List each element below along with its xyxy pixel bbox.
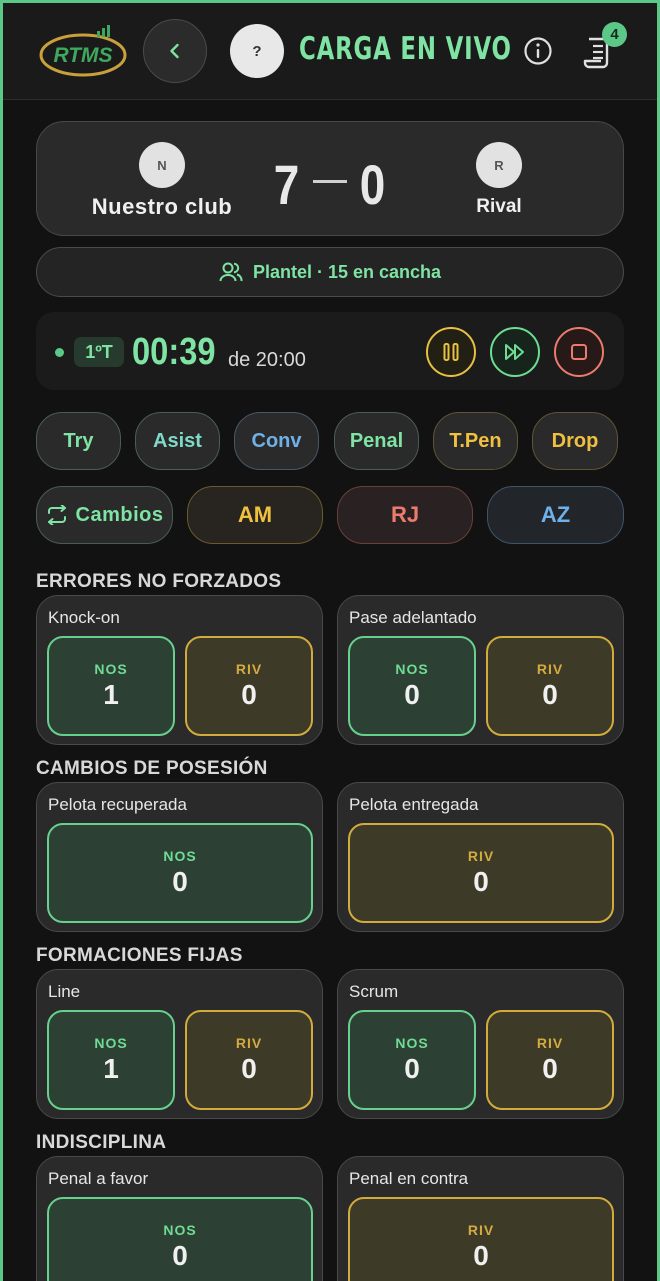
stop-icon <box>571 344 587 360</box>
match-timer: 1ºT 00:39 de 20:00 <box>36 312 624 390</box>
riv-value: 0 <box>473 866 489 897</box>
nos-tag: NOS <box>163 1222 197 1238</box>
page-title: CARGA EN VIVO <box>299 31 512 67</box>
fast-forward-button[interactable] <box>490 327 540 377</box>
riv-counter[interactable]: RIV 0 <box>348 1197 614 1281</box>
conversion-button[interactable]: Conv <box>234 412 319 470</box>
plantel-label: Plantel · 15 en cancha <box>252 261 442 282</box>
red-card-button[interactable]: RJ <box>337 486 473 544</box>
stat-card-ball-conceded: Pelota entregada RIV 0 <box>337 782 624 932</box>
stat-label: Penal a favor <box>48 1169 149 1188</box>
stat-card-penalty-against: Penal en contra RIV 0 <box>337 1156 624 1281</box>
assist-button[interactable]: Asist <box>135 412 220 470</box>
nos-value: 1 <box>103 679 119 710</box>
stop-button[interactable] <box>554 327 604 377</box>
stat-card-knock-on: Knock-on NOS 1 RIV 0 <box>36 595 323 745</box>
live-indicator <box>55 348 64 357</box>
riv-counter[interactable]: RIV 0 <box>185 636 313 736</box>
stat-label: Pase adelantado <box>349 608 477 627</box>
nos-value: 1 <box>103 1053 119 1084</box>
stat-card-forward-pass: Pase adelantado NOS 0 RIV 0 <box>337 595 624 745</box>
nos-value: 0 <box>172 1240 188 1271</box>
riv-counter[interactable]: RIV 0 <box>348 823 614 923</box>
riv-value: 0 <box>542 1053 558 1084</box>
substitutions-label: Cambios <box>75 503 164 526</box>
nos-tag: NOS <box>395 1035 429 1051</box>
nos-value: 0 <box>404 679 420 710</box>
drop-goal-button[interactable]: Drop <box>532 412 618 470</box>
riv-counter[interactable]: RIV 0 <box>486 1010 614 1110</box>
riv-tag: RIV <box>467 1222 495 1238</box>
pause-icon <box>443 343 459 361</box>
nos-tag: NOS <box>395 661 429 677</box>
avatar[interactable]: ? <box>230 24 284 78</box>
nos-counter[interactable]: NOS 1 <box>47 636 175 736</box>
riv-value: 0 <box>542 679 558 710</box>
try-button[interactable]: Try <box>36 412 121 470</box>
nos-counter[interactable]: NOS 0 <box>47 1197 313 1281</box>
users-icon <box>219 262 243 282</box>
section-title: ERRORES NO FORZADOS <box>36 571 282 592</box>
nos-counter[interactable]: NOS 0 <box>348 1010 476 1110</box>
home-score: 7 <box>273 153 300 216</box>
riv-tag: RIV <box>536 1035 564 1051</box>
logo-text: RTMS <box>53 44 112 67</box>
yellow-card-button[interactable]: AM <box>187 486 323 544</box>
substitutions-button[interactable]: Cambios <box>36 486 173 544</box>
riv-value: 0 <box>241 1053 257 1084</box>
notification-badge: 4 <box>602 22 627 47</box>
riv-tag: RIV <box>235 1035 263 1051</box>
penalty-kick-button[interactable]: Penal <box>334 412 419 470</box>
penalty-try-button[interactable]: T.Pen <box>433 412 518 470</box>
nos-tag: NOS <box>163 848 197 864</box>
riv-tag: RIV <box>467 848 495 864</box>
stat-card-ball-recovered: Pelota recuperada NOS 0 <box>36 782 323 932</box>
stat-card-penalty-for: Penal a favor NOS 0 <box>36 1156 323 1281</box>
plantel-button[interactable]: Plantel · 15 en cancha <box>36 247 624 297</box>
nos-counter[interactable]: NOS 0 <box>348 636 476 736</box>
riv-value: 0 <box>473 1240 489 1271</box>
score-separator <box>313 180 347 183</box>
total-time: de 20:00 <box>228 349 306 371</box>
riv-value: 0 <box>241 679 257 710</box>
swap-icon <box>47 505 66 525</box>
section-title: CAMBIOS DE POSESIÓN <box>36 758 268 779</box>
riv-counter[interactable]: RIV 0 <box>185 1010 313 1110</box>
stat-label: Penal en contra <box>349 1169 469 1188</box>
section-title: FORMACIONES FIJAS <box>36 945 243 966</box>
nos-value: 0 <box>172 866 188 897</box>
home-team-avatar: N <box>139 142 185 188</box>
rtms-logo[interactable]: RTMS <box>39 25 129 81</box>
info-icon[interactable] <box>523 36 553 66</box>
period-badge: 1ºT <box>74 337 124 367</box>
stat-label: Scrum <box>349 982 399 1001</box>
stat-label: Knock-on <box>48 608 120 627</box>
chevron-left-icon <box>170 43 179 59</box>
stat-card-lineout: Line NOS 1 RIV 0 <box>36 969 323 1119</box>
section-title: INDISCIPLINA <box>36 1132 167 1153</box>
pause-button[interactable] <box>426 327 476 377</box>
riv-counter[interactable]: RIV 0 <box>486 636 614 736</box>
scoreboard: N Nuestro club 7 0 R Rival <box>36 121 624 236</box>
app-header: RTMS ? CARGA EN VIVO 4 <box>3 3 657 100</box>
nos-tag: NOS <box>94 661 128 677</box>
riv-tag: RIV <box>536 661 564 677</box>
blue-card-button[interactable]: AZ <box>487 486 624 544</box>
stat-label: Line <box>48 982 81 1001</box>
home-team-name: Nuestro club <box>91 194 233 219</box>
back-button[interactable] <box>143 19 207 83</box>
elapsed-time: 00:39 <box>132 331 216 373</box>
nos-value: 0 <box>404 1053 420 1084</box>
stat-label: Pelota entregada <box>349 795 479 814</box>
fast-forward-icon <box>505 344 524 360</box>
nos-counter[interactable]: NOS 1 <box>47 1010 175 1110</box>
away-score: 0 <box>359 153 386 216</box>
nos-tag: NOS <box>94 1035 128 1051</box>
nos-counter[interactable]: NOS 0 <box>47 823 313 923</box>
riv-tag: RIV <box>235 661 263 677</box>
stat-card-scrum: Scrum NOS 0 RIV 0 <box>337 969 624 1119</box>
stat-label: Pelota recuperada <box>48 795 187 814</box>
away-team-avatar: R <box>476 142 522 188</box>
away-team-name: Rival <box>476 196 522 217</box>
